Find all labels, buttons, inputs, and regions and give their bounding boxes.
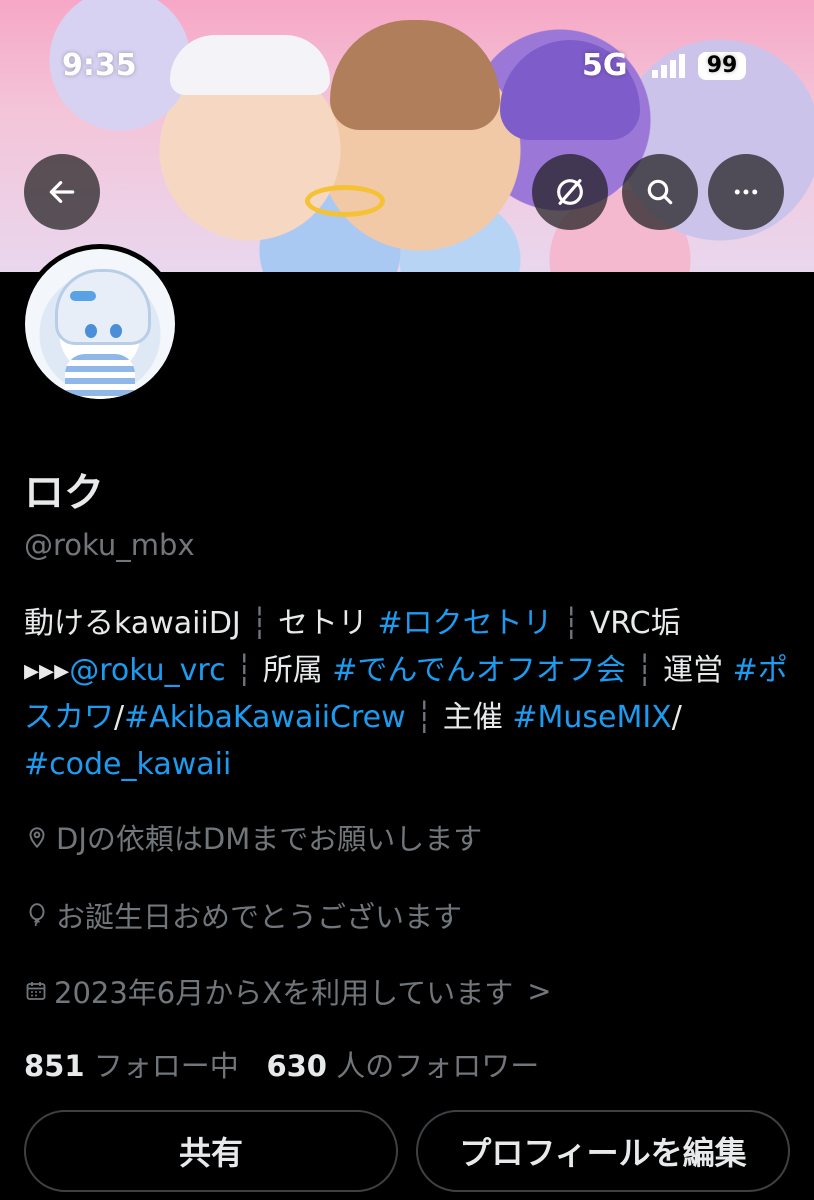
- location-row: DJの依頼はDMまでお願いします: [24, 816, 482, 858]
- chevron-right-icon: >: [527, 974, 552, 1008]
- bio-text: セトリ: [277, 606, 378, 641]
- share-button-label: 共有: [178, 1134, 243, 1172]
- birthday-text: お誕生日おめでとうございます: [56, 900, 463, 934]
- avatar-image: [25, 249, 175, 399]
- location-text: DJの依頼はDMまでお願いします: [56, 822, 483, 856]
- birthday-row: お誕生日おめでとうございます: [24, 894, 462, 936]
- battery-level: 99: [698, 52, 746, 80]
- calendar-icon: [26, 982, 46, 1000]
- profile-bio: 動けるkawaiiDJ ┆ セトリ #ロクセトリ ┆ VRC垢 ▸▸▸@roku…: [24, 600, 799, 788]
- following-label: フォロー中: [93, 1049, 239, 1083]
- bio-separator: ┆: [240, 606, 278, 641]
- profile-name: ロク: [24, 470, 104, 516]
- search-button[interactable]: [622, 154, 698, 230]
- status-bar: 9:35 5G 99: [0, 44, 814, 84]
- bio-link[interactable]: #MuseMIX: [512, 700, 671, 735]
- search-icon: [647, 179, 673, 205]
- avatar[interactable]: [20, 244, 180, 404]
- bio-text: /: [114, 700, 125, 735]
- avatar-art-shape: [65, 354, 135, 399]
- bio-text: /: [671, 700, 682, 735]
- network-label: 5G: [582, 48, 628, 83]
- avatar-art-shape: [85, 324, 97, 338]
- bio-link[interactable]: @roku_vrc: [69, 653, 225, 688]
- balloon-icon: [29, 903, 45, 927]
- following-count: 851: [24, 1049, 85, 1083]
- location-pin-icon: [29, 827, 45, 849]
- bio-link[interactable]: #でんでんオフオフ会: [332, 653, 626, 688]
- following-link[interactable]: 851 フォロー中: [24, 1049, 239, 1083]
- bio-text: 所属: [262, 653, 333, 688]
- avatar-art-shape: [55, 269, 151, 345]
- share-button[interactable]: 共有: [24, 1110, 398, 1192]
- bio-separator: ┆: [552, 606, 590, 641]
- bio-separator: ┆: [625, 653, 664, 688]
- bio-link[interactable]: #AkibaKawaiiCrew: [124, 700, 406, 735]
- status-time: 9:35: [62, 48, 137, 83]
- edit-profile-button-label: プロフィールを編集: [459, 1134, 747, 1172]
- bio-text: 主催: [442, 700, 513, 735]
- joined-text: 2023年6月からXを利用しています: [54, 976, 514, 1010]
- more-icon: [734, 189, 758, 195]
- bio-link[interactable]: #ロクセトリ: [377, 606, 552, 641]
- more-button[interactable]: [708, 154, 784, 230]
- joined-row[interactable]: 2023年6月からXを利用しています >: [24, 970, 552, 1012]
- bio-separator: ┆: [225, 653, 263, 688]
- bio-separator: ┆: [405, 700, 443, 735]
- avatar-art-shape: [70, 291, 96, 301]
- halo-icon: [305, 185, 385, 217]
- grok-button[interactable]: [532, 154, 608, 230]
- follow-stats: 851 フォロー中 630 人のフォロワー: [24, 1043, 539, 1085]
- edit-profile-button[interactable]: プロフィールを編集: [416, 1110, 790, 1192]
- profile-handle: @roku_mbx: [24, 528, 195, 562]
- followers-label: 人のフォロワー: [336, 1049, 540, 1083]
- bio-text: 運営: [663, 653, 733, 688]
- followers-count: 630: [266, 1049, 327, 1083]
- bio-link[interactable]: #code_kawaii: [24, 747, 231, 782]
- back-button[interactable]: [24, 154, 100, 230]
- followers-link[interactable]: 630 人のフォロワー: [266, 1049, 539, 1083]
- avatar-art-shape: [110, 324, 122, 338]
- arrow-left-icon: [49, 181, 75, 203]
- slash-circle-icon: [557, 179, 583, 205]
- profile-banner[interactable]: [0, 0, 814, 272]
- bio-text: 動けるkawaiiDJ: [24, 606, 241, 641]
- signal-bars-icon: [652, 54, 685, 78]
